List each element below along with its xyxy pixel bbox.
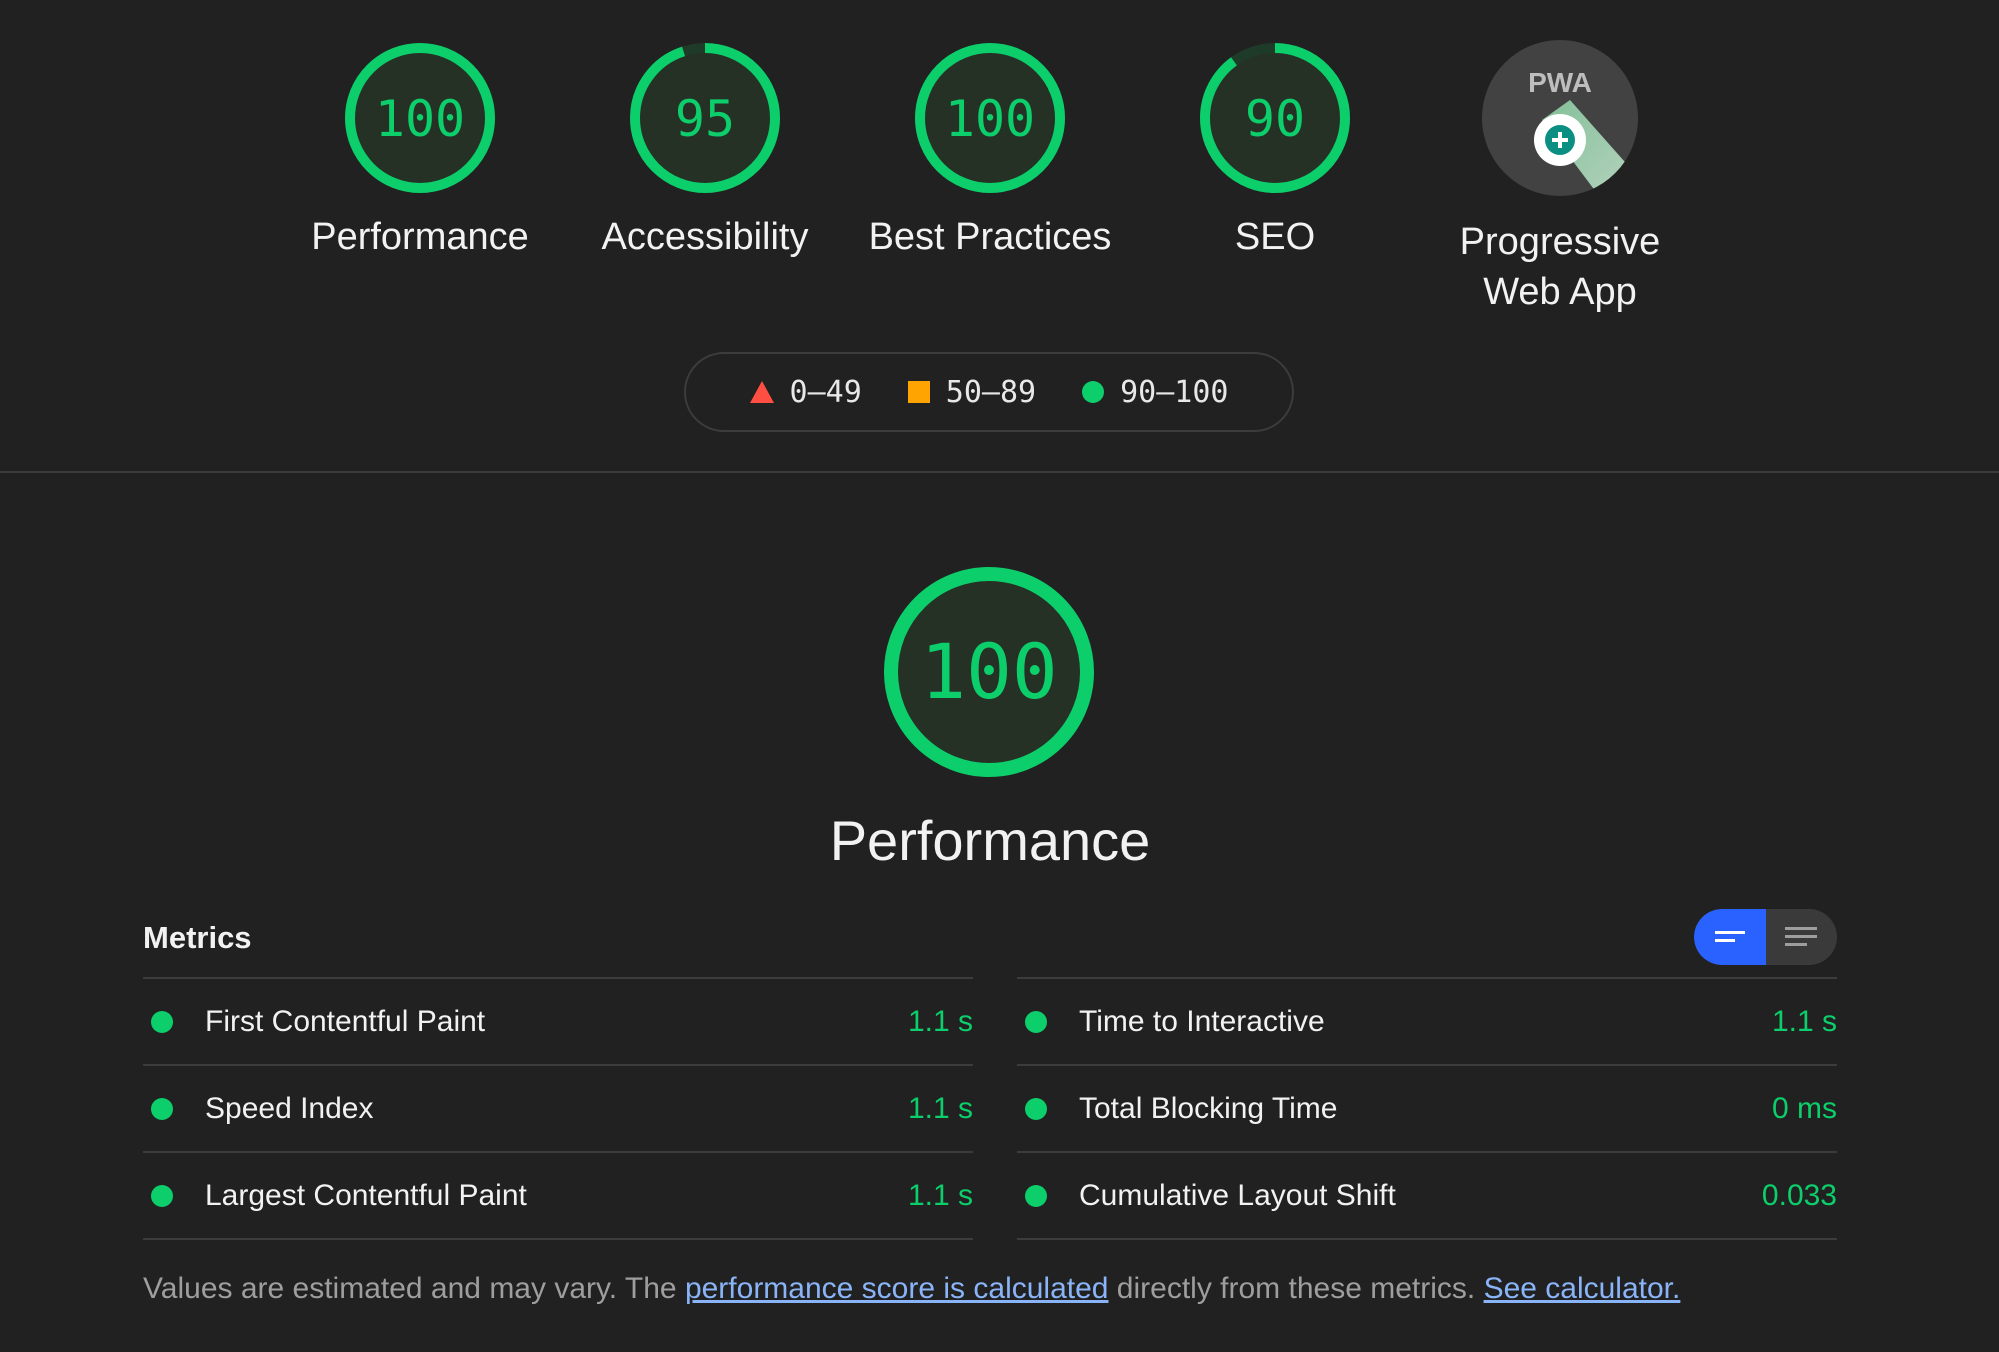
- lines-long-icon: [1785, 927, 1818, 946]
- metric-row: Largest Contentful Paint 1.1 s: [143, 1151, 973, 1240]
- triangle-icon: [749, 381, 774, 403]
- gauge-label: Progressive Web App: [1430, 217, 1690, 317]
- gauge-label: SEO: [1234, 216, 1316, 258]
- legend-average: 50–89: [907, 374, 1037, 410]
- view-toggle[interactable]: [1694, 909, 1837, 965]
- lighthouse-report: 100 Performance 95 Accessibility 100 Bes…: [0, 0, 1999, 1352]
- compact-view-button[interactable]: [1694, 909, 1766, 965]
- pwa-badge-icon: PWA: [1482, 40, 1638, 196]
- gauge-label: Accessibility: [601, 216, 809, 258]
- metrics-left-column: First Contentful Paint 1.1 s Speed Index…: [143, 977, 973, 1240]
- section-divider: [0, 471, 1999, 473]
- score-legend: 0–49 50–89 90–100: [684, 352, 1294, 432]
- gauge-performance[interactable]: 100 Performance: [290, 40, 550, 262]
- gauge-ring: 90: [1200, 43, 1350, 193]
- metric-value: 1.1 s: [907, 1178, 973, 1212]
- gauge-label: Best Practices: [868, 216, 1112, 258]
- see-calculator-link[interactable]: See calculator.: [1484, 1272, 1681, 1305]
- expanded-view-button[interactable]: [1766, 909, 1838, 965]
- metric-value: 0 ms: [1771, 1091, 1837, 1125]
- metric-value: 0.033: [1761, 1178, 1837, 1212]
- metrics-title: Metrics: [143, 920, 252, 955]
- metric-name: Time to Interactive: [1079, 1004, 1325, 1038]
- gauge-score: 100: [375, 90, 465, 148]
- pass-circle-icon: [1025, 1097, 1047, 1120]
- pass-circle-icon: [1025, 1184, 1047, 1207]
- pass-circle-icon: [151, 1097, 173, 1120]
- gauge-label-line: Web App: [1483, 271, 1637, 313]
- performance-gauge-ring: 100: [884, 567, 1094, 777]
- square-icon: [907, 381, 930, 403]
- metrics-right-column: Time to Interactive 1.1 s Total Blocking…: [1017, 977, 1837, 1240]
- metric-value: 1.1 s: [907, 1004, 973, 1038]
- footnote-text: Values are estimated and may vary. The: [143, 1272, 685, 1305]
- metric-row: Total Blocking Time 0 ms: [1017, 1064, 1837, 1151]
- performance-score: 100: [920, 627, 1057, 716]
- gauge-seo[interactable]: 90 SEO: [1145, 40, 1405, 262]
- metric-value: 1.1 s: [907, 1091, 973, 1125]
- gauge-label: Performance: [311, 216, 529, 258]
- metric-name: Cumulative Layout Shift: [1079, 1178, 1396, 1212]
- gauge-best-practices[interactable]: 100 Best Practices: [860, 40, 1120, 262]
- pass-circle-icon: [1025, 1010, 1047, 1033]
- gauge-ring: 100: [345, 43, 495, 193]
- legend-pass-range: 90–100: [1120, 374, 1229, 410]
- metric-value: 1.1 s: [1771, 1004, 1837, 1038]
- legend-fail: 0–49: [749, 374, 862, 410]
- pass-circle-icon: [151, 1010, 173, 1033]
- footnote-text: directly from these metrics.: [1108, 1272, 1484, 1305]
- metric-row: Speed Index 1.1 s: [143, 1064, 973, 1151]
- metric-row: Cumulative Layout Shift 0.033: [1017, 1151, 1837, 1240]
- metrics-footnote: Values are estimated and may vary. The p…: [143, 1272, 1680, 1306]
- metric-row: First Contentful Paint 1.1 s: [143, 977, 973, 1064]
- lines-short-icon: [1714, 931, 1745, 942]
- pwa-badge-text: PWA: [1528, 67, 1592, 98]
- gauge-pwa[interactable]: PWA Progressive Web App: [1430, 40, 1690, 317]
- gauge-ring: 100: [915, 43, 1065, 193]
- metric-name: Speed Index: [205, 1091, 374, 1125]
- metric-name: First Contentful Paint: [205, 1004, 486, 1038]
- circle-icon: [1082, 381, 1105, 403]
- legend-pass: 90–100: [1082, 375, 1228, 410]
- gauge-label-line: Progressive: [1459, 221, 1661, 263]
- gauge-ring: 95: [630, 43, 780, 193]
- metric-name: Largest Contentful Paint: [205, 1178, 527, 1212]
- gauge-score: 100: [945, 90, 1035, 148]
- metric-row: Time to Interactive 1.1 s: [1017, 977, 1837, 1064]
- gauge-accessibility[interactable]: 95 Accessibility: [575, 40, 835, 262]
- pass-circle-icon: [151, 1184, 173, 1207]
- gauge-score: 95: [675, 90, 735, 148]
- score-calculated-link[interactable]: performance score is calculated: [685, 1272, 1109, 1305]
- legend-average-range: 50–89: [945, 374, 1037, 410]
- performance-gauge: 100: [849, 562, 1129, 782]
- performance-title: Performance: [829, 809, 1151, 872]
- gauge-score: 90: [1245, 90, 1305, 148]
- metric-name: Total Blocking Time: [1079, 1091, 1338, 1125]
- legend-fail-range: 0–49: [789, 374, 862, 410]
